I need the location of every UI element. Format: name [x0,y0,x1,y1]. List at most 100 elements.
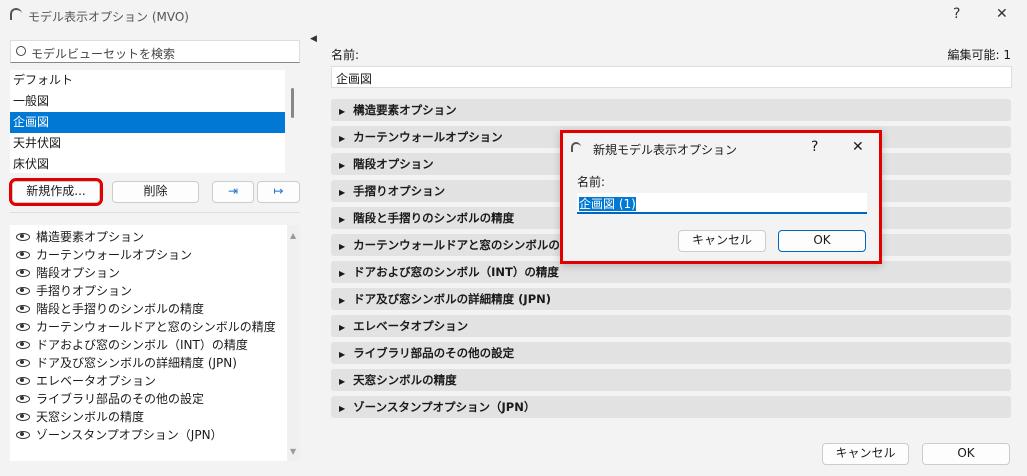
section-header[interactable]: ▶ ドア及び窓シンボルの詳細精度 (JPN) [331,288,1011,310]
section-label: ドア及び窓シンボルの詳細精度 (JPN) [353,292,552,306]
eye-icon[interactable] [16,287,30,295]
section-header[interactable]: ▶ ドアおよび窓のシンボル（INT）の精度 [331,261,1011,283]
export-icon: ↦ [273,184,284,198]
editable-count: 編集可能: 1 [947,48,1012,62]
eye-icon[interactable] [16,233,30,241]
eye-icon[interactable] [16,305,30,313]
eye-icon[interactable] [16,359,30,367]
list-item[interactable]: ドア及び窓シンボルの詳細精度 (JPN) [10,354,287,372]
name-input[interactable]: 企画図 [331,66,1012,88]
list-item[interactable]: デフォルト [10,70,285,91]
list-item[interactable]: 床伏図 [10,154,285,173]
export-button[interactable]: ↦ [257,181,300,203]
expand-icon: ▶ [339,296,346,305]
list-item[interactable]: 構造要素オプション [10,228,287,246]
item-label: 手摺りオプション [36,284,133,298]
list-item[interactable]: 階段と手摺りのシンボルの精度 [10,300,287,318]
expand-icon: ▶ [339,134,346,143]
dialog-name-value: 企画図 (1) [579,197,636,211]
eye-icon[interactable] [16,269,30,277]
eye-icon[interactable] [16,395,30,403]
list-item[interactable]: 天窓シンボルの精度 [10,408,287,426]
item-label: ライブラリ部品のその他の設定 [36,392,205,406]
section-header[interactable]: ▶ ライブラリ部品のその他の設定 [331,342,1011,364]
expand-icon: ▶ [339,242,346,251]
eye-icon[interactable] [16,341,30,349]
section-label: 天窓シンボルの精度 [353,373,457,387]
option-visibility-list: 構造要素オプション カーテンウォールオプション 階段オプション 手摺りオプション… [10,225,287,461]
app-logo-icon [571,142,581,152]
eye-icon[interactable] [16,323,30,331]
collapse-panel-icon[interactable]: ◀ [310,34,317,44]
expand-icon: ▶ [339,215,346,224]
dialog-name-label: 名前: [577,175,606,189]
expand-icon: ▶ [339,161,346,170]
import-icon: ⇥ [227,184,239,198]
section-header[interactable]: ▶ 構造要素オプション [331,99,1011,121]
title-bar: モデル表示オプション (MVO) ? ✕ [0,0,1027,32]
item-label: ドアおよび窓のシンボル（INT）の精度 [36,338,248,352]
section-header[interactable]: ▶ ゾーンスタンプオプション（JPN） [331,396,1011,418]
list-item-selected[interactable]: 企画図 [10,112,285,133]
expand-icon: ▶ [339,377,346,386]
list-scrollbar[interactable] [291,88,294,118]
eye-icon[interactable] [16,251,30,259]
window-title: モデル表示オプション (MVO) [28,10,189,24]
name-label: 名前: [331,48,360,62]
new-button[interactable]: 新規作成... [9,178,103,206]
new-option-dialog: 新規モデル表示オプション ? ✕ 名前: 企画図 (1) キャンセル OK [560,130,882,264]
search-input[interactable]: モデルビューセットを検索 [10,40,300,63]
section-label: エレベータオプション [353,319,469,333]
item-label: ゾーンスタンプオプション（JPN） [36,428,223,442]
dialog-close-button[interactable]: ✕ [852,139,864,155]
scroll-up-icon[interactable]: ▲ [290,231,296,240]
section-label: カーテンウォールオプション [353,130,503,144]
expand-icon: ▶ [339,350,346,359]
section-label: カーテンウォールドアと窓のシンボルの精度 [353,238,583,252]
list-item[interactable]: 一般図 [10,91,285,112]
dialog-help-button[interactable]: ? [811,139,818,155]
item-label: 天窓シンボルの精度 [36,410,145,424]
close-button[interactable]: ✕ [996,6,1008,22]
eye-icon[interactable] [16,431,30,439]
dialog-name-input[interactable]: 企画図 (1) [577,193,867,214]
dialog-cancel-button[interactable]: キャンセル [678,230,766,252]
section-header[interactable]: ▶ 天窓シンボルの精度 [331,369,1011,391]
list-item[interactable]: ゾーンスタンプオプション（JPN） [10,426,287,444]
list-item[interactable]: ドアおよび窓のシンボル（INT）の精度 [10,336,287,354]
dialog-title: 新規モデル表示オプション [593,143,738,157]
list-item[interactable]: カーテンウォールドアと窓のシンボルの精度 [10,318,287,336]
view-set-list: デフォルト 一般図 企画図 天井伏図 床伏図 [10,70,285,173]
delete-button[interactable]: 削除 [112,181,199,203]
item-label: カーテンウォールオプション [36,248,193,262]
cancel-button[interactable]: キャンセル [822,443,909,465]
item-label: ドア及び窓シンボルの詳細精度 (JPN) [36,356,237,370]
eye-icon[interactable] [16,377,30,385]
expand-icon: ▶ [339,404,346,413]
item-label: エレベータオプション [36,374,157,388]
option-list-scrollbar[interactable]: ▲ ▼ [287,225,300,461]
item-label: 階段オプション [36,266,121,280]
dialog-ok-button[interactable]: OK [778,230,866,252]
section-label: 階段オプション [353,157,434,171]
import-button[interactable]: ⇥ [212,181,254,203]
search-icon [16,46,26,56]
divider [10,212,300,213]
help-button[interactable]: ? [953,6,960,22]
expand-icon: ▶ [339,107,346,116]
list-item[interactable]: カーテンウォールオプション [10,246,287,264]
ok-button[interactable]: OK [922,443,1010,465]
list-item[interactable]: 手摺りオプション [10,282,287,300]
section-header[interactable]: ▶ エレベータオプション [331,315,1011,337]
item-label: 構造要素オプション [36,230,145,244]
expand-icon: ▶ [339,269,346,278]
item-label: カーテンウォールドアと窓のシンボルの精度 [36,320,276,334]
eye-icon[interactable] [16,413,30,421]
list-item[interactable]: ライブラリ部品のその他の設定 [10,390,287,408]
item-label: 階段と手摺りのシンボルの精度 [36,302,205,316]
scroll-down-icon[interactable]: ▼ [290,447,296,456]
list-item[interactable]: 階段オプション [10,264,287,282]
expand-icon: ▶ [339,188,346,197]
list-item[interactable]: エレベータオプション [10,372,287,390]
list-item[interactable]: 天井伏図 [10,133,285,154]
